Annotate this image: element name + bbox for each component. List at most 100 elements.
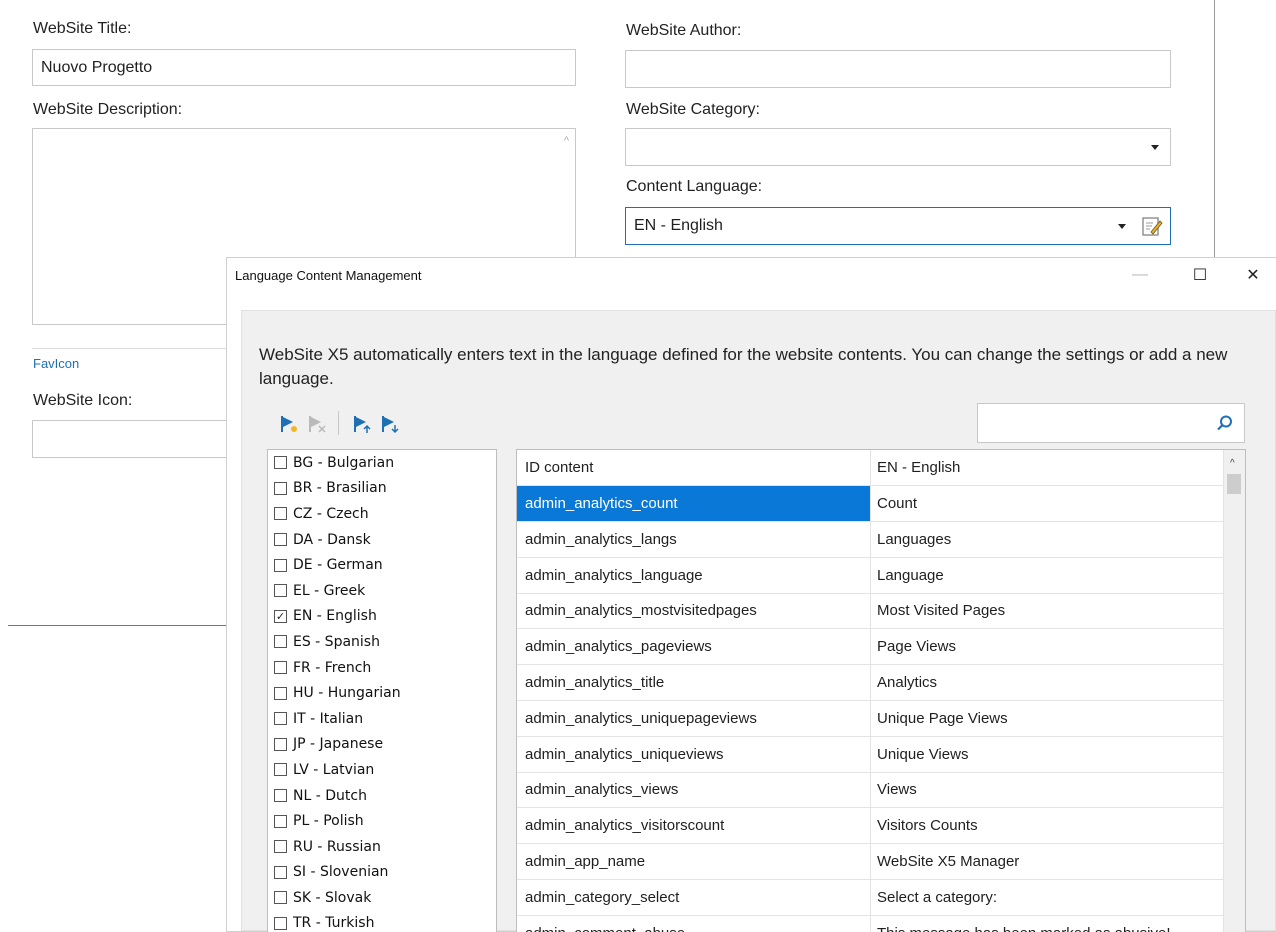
- language-list-item[interactable]: RU - Russian: [268, 834, 496, 860]
- table-row[interactable]: admin_app_name WebSite X5 Manager: [517, 844, 1223, 880]
- cell-id-content[interactable]: admin_analytics_language: [517, 557, 871, 593]
- cell-id-content[interactable]: admin_category_select: [517, 879, 871, 915]
- language-list-item[interactable]: CZ - Czech: [268, 501, 496, 527]
- language-list-item[interactable]: PL - Polish: [268, 808, 496, 834]
- website-category-select[interactable]: [625, 128, 1171, 166]
- checkbox[interactable]: [274, 737, 287, 751]
- cell-id-content[interactable]: admin_analytics_count: [517, 486, 871, 521]
- vertical-scrollbar[interactable]: ^: [1223, 450, 1245, 932]
- scroll-up-icon[interactable]: ^: [1230, 458, 1235, 469]
- language-list-item[interactable]: LV - Latvian: [268, 757, 496, 783]
- vertical-divider: [1214, 0, 1215, 258]
- cell-id-content[interactable]: admin_analytics_pageviews: [517, 629, 871, 665]
- table-row[interactable]: admin_analytics_pageviews Page Views: [517, 629, 1223, 666]
- table-row[interactable]: admin_analytics_uniquepageviews Unique Pa…: [517, 700, 1223, 737]
- website-author-input[interactable]: [625, 50, 1171, 88]
- language-list-item[interactable]: ✓ EN - English: [268, 604, 496, 630]
- cell-id-content[interactable]: admin_analytics_mostvisitedpages: [517, 593, 871, 629]
- column-header-id[interactable]: ID content: [517, 450, 871, 485]
- checkbox[interactable]: [274, 558, 287, 572]
- cell-id-content[interactable]: admin_analytics_visitorscount: [517, 808, 871, 844]
- table-row[interactable]: admin_analytics_language Language: [517, 557, 1223, 594]
- checkbox[interactable]: [274, 916, 287, 930]
- cell-id-content[interactable]: admin_analytics_langs: [517, 521, 871, 557]
- table-row[interactable]: admin_analytics_count Count: [517, 486, 1223, 522]
- checkbox[interactable]: [274, 763, 287, 777]
- cell-id-content[interactable]: admin_analytics_title: [517, 665, 871, 700]
- search-input[interactable]: [977, 403, 1245, 443]
- language-list-item[interactable]: TR - Turkish: [268, 911, 496, 932]
- checkbox[interactable]: [274, 789, 287, 803]
- cell-translation[interactable]: This message has been marked as abusive!: [871, 916, 1223, 932]
- checkbox[interactable]: [274, 686, 287, 700]
- import-language-icon[interactable]: [352, 414, 372, 434]
- language-list-item[interactable]: SI - Slovenian: [268, 860, 496, 886]
- table-row[interactable]: admin_analytics_mostvisitedpages Most Vis…: [517, 593, 1223, 630]
- remove-language-icon[interactable]: [307, 414, 327, 434]
- cell-id-content[interactable]: admin_comment_abuse: [517, 915, 871, 932]
- checkbox[interactable]: [274, 814, 287, 828]
- checkbox[interactable]: [274, 635, 287, 649]
- checkbox[interactable]: [274, 533, 287, 547]
- language-list-item[interactable]: IT - Italian: [268, 706, 496, 732]
- cell-translation[interactable]: Languages: [871, 522, 1223, 557]
- language-list-item[interactable]: NL - Dutch: [268, 783, 496, 809]
- cell-translation[interactable]: Page Views: [871, 629, 1223, 664]
- language-list-item[interactable]: JP - Japanese: [268, 732, 496, 758]
- checkbox[interactable]: [274, 481, 287, 495]
- language-list-item[interactable]: ES - Spanish: [268, 629, 496, 655]
- search-icon[interactable]: [1216, 414, 1234, 432]
- add-language-icon[interactable]: [279, 414, 299, 434]
- website-title-input[interactable]: Nuovo Progetto: [32, 49, 576, 86]
- minimize-button[interactable]: —: [1117, 258, 1163, 292]
- language-label: BR - Brasilian: [293, 480, 387, 497]
- checkbox[interactable]: [274, 456, 287, 470]
- cell-translation[interactable]: Select a category:: [871, 880, 1223, 915]
- language-list-item[interactable]: SK - Slovak: [268, 885, 496, 911]
- export-language-icon[interactable]: [380, 414, 400, 434]
- checkbox[interactable]: [274, 891, 287, 905]
- cell-translation[interactable]: Unique Page Views: [871, 701, 1223, 736]
- cell-translation[interactable]: Visitors Counts: [871, 808, 1223, 843]
- checkbox[interactable]: [274, 584, 287, 598]
- scrollbar-thumb[interactable]: [1227, 474, 1241, 494]
- table-row[interactable]: admin_analytics_visitorscount Visitors Co…: [517, 808, 1223, 845]
- checkbox[interactable]: [274, 661, 287, 675]
- cell-id-content[interactable]: admin_analytics_views: [517, 772, 871, 808]
- column-header-language[interactable]: EN - English: [871, 450, 1223, 485]
- language-list-item[interactable]: BR - Brasilian: [268, 476, 496, 502]
- table-row[interactable]: admin_analytics_langs Languages: [517, 521, 1223, 558]
- edit-language-icon[interactable]: [1140, 214, 1164, 238]
- cell-translation[interactable]: Language: [871, 558, 1223, 593]
- close-button[interactable]: ✕: [1230, 258, 1276, 292]
- table-row[interactable]: admin_analytics_uniqueviews Unique Views: [517, 736, 1223, 773]
- checkbox[interactable]: [274, 840, 287, 854]
- table-row[interactable]: admin_analytics_views Views: [517, 772, 1223, 809]
- language-list-item[interactable]: HU - Hungarian: [268, 680, 496, 706]
- scroll-up-icon[interactable]: ^: [564, 135, 569, 147]
- maximize-button[interactable]: ☐: [1177, 258, 1223, 292]
- cell-id-content[interactable]: admin_analytics_uniqueviews: [517, 736, 871, 772]
- cell-id-content[interactable]: admin_analytics_uniquepageviews: [517, 700, 871, 736]
- checkbox[interactable]: [274, 865, 287, 879]
- language-list-item[interactable]: BG - Bulgarian: [268, 450, 496, 476]
- cell-translation[interactable]: Analytics: [871, 665, 1223, 700]
- cell-translation[interactable]: Count: [871, 486, 1223, 521]
- table-row[interactable]: admin_analytics_title Analytics: [517, 665, 1223, 701]
- cell-translation[interactable]: Views: [871, 772, 1223, 807]
- cell-translation[interactable]: Most Visited Pages: [871, 593, 1223, 628]
- cell-id-content[interactable]: admin_app_name: [517, 844, 871, 879]
- table-row[interactable]: admin_comment_abuseThis message has been…: [517, 915, 1223, 932]
- language-list-item[interactable]: DA - Dansk: [268, 527, 496, 553]
- language-list-item[interactable]: FR - French: [268, 655, 496, 681]
- checkbox[interactable]: [274, 507, 287, 521]
- language-list-item[interactable]: EL - Greek: [268, 578, 496, 604]
- table-row[interactable]: admin_category_select Select a category:: [517, 879, 1223, 916]
- website-icon-input[interactable]: [32, 420, 232, 458]
- checkbox-checked[interactable]: ✓: [274, 609, 287, 623]
- language-list-item[interactable]: DE - German: [268, 552, 496, 578]
- content-language-select[interactable]: EN - English: [625, 207, 1171, 245]
- cell-translation[interactable]: Unique Views: [871, 737, 1223, 772]
- cell-translation[interactable]: WebSite X5 Manager: [871, 844, 1223, 879]
- checkbox[interactable]: [274, 712, 287, 726]
